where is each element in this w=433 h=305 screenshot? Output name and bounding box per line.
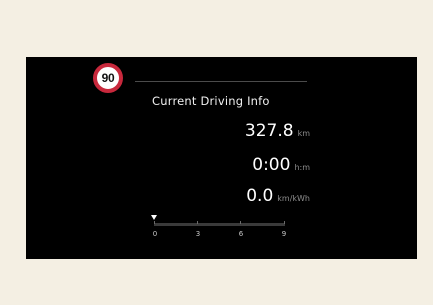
time-row: 0:00 h:m <box>252 155 310 175</box>
triangle-down-icon <box>151 215 157 220</box>
scale-label: 3 <box>195 230 201 238</box>
speed-limit-sign: 90 <box>93 63 123 93</box>
driving-info-screen: 90 Current Driving Info 327.8 km 0:00 h:m … <box>26 57 417 259</box>
scale-tick <box>197 221 198 224</box>
speed-limit-value: 90 <box>101 71 115 85</box>
efficiency-unit: km/kWh <box>277 194 310 203</box>
scale-label: 0 <box>152 230 158 238</box>
scale-tick <box>240 221 241 224</box>
efficiency-scale-bar <box>154 223 285 226</box>
distance-unit: km <box>297 129 310 138</box>
header-divider <box>135 81 307 82</box>
time-unit: h:m <box>294 163 310 172</box>
scale-label: 9 <box>281 230 287 238</box>
efficiency-value: 0.0 <box>246 186 274 206</box>
distance-value: 327.8 <box>244 121 294 141</box>
screen-title: Current Driving Info <box>152 94 270 108</box>
time-value: 0:00 <box>252 155 291 175</box>
efficiency-row: 0.0 km/kWh <box>246 186 310 206</box>
distance-row: 327.8 km <box>245 121 310 141</box>
scale-tick <box>154 221 155 224</box>
scale-tick <box>284 221 285 224</box>
scale-label: 6 <box>238 230 244 238</box>
